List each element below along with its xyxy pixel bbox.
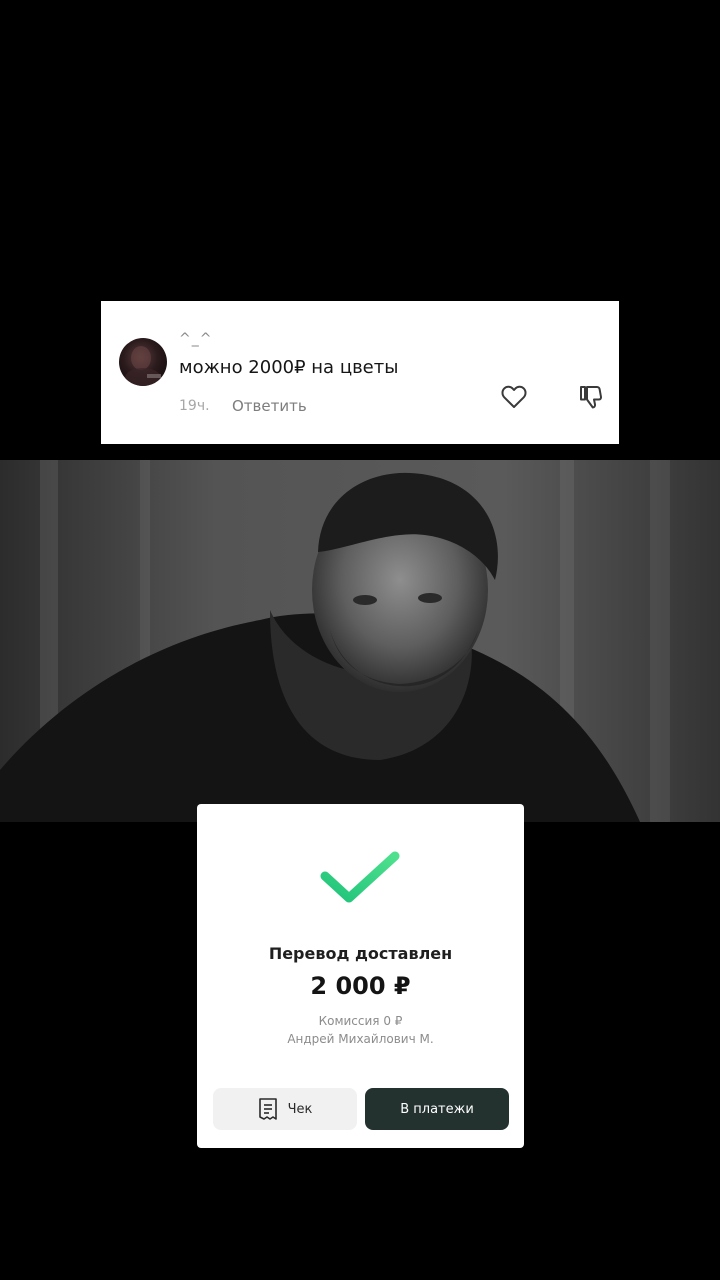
photo	[0, 460, 720, 822]
payments-button[interactable]: В платежи	[365, 1088, 509, 1130]
comment-username[interactable]: ^_^	[179, 331, 212, 347]
checkmark-icon	[317, 848, 403, 908]
reply-button[interactable]: Ответить	[232, 397, 307, 415]
transfer-recipient: Андрей Михайлович М.	[287, 1032, 434, 1046]
avatar[interactable]	[119, 338, 167, 386]
transfer-status-title: Перевод доставлен	[268, 944, 453, 963]
comment-text: можно 2000₽ на цветы	[179, 357, 399, 378]
transfer-confirmation-card: Перевод доставлен 2 000 ₽ Комиссия 0 ₽ А…	[197, 804, 524, 1148]
heart-icon[interactable]	[501, 385, 527, 409]
transfer-amount: 2 000 ₽	[310, 972, 411, 1000]
receipt-button-label: Чек	[287, 1101, 313, 1117]
receipt-icon	[258, 1098, 278, 1120]
payments-button-label: В платежи	[400, 1101, 474, 1117]
comment-timestamp: 19ч.	[179, 398, 210, 414]
thumbs-down-icon[interactable]	[578, 384, 604, 410]
receipt-button[interactable]: Чек	[213, 1088, 357, 1130]
comment-card: ^_^ можно 2000₽ на цветы 19ч. Ответить	[101, 301, 619, 444]
transfer-fee: Комиссия 0 ₽	[318, 1014, 403, 1028]
